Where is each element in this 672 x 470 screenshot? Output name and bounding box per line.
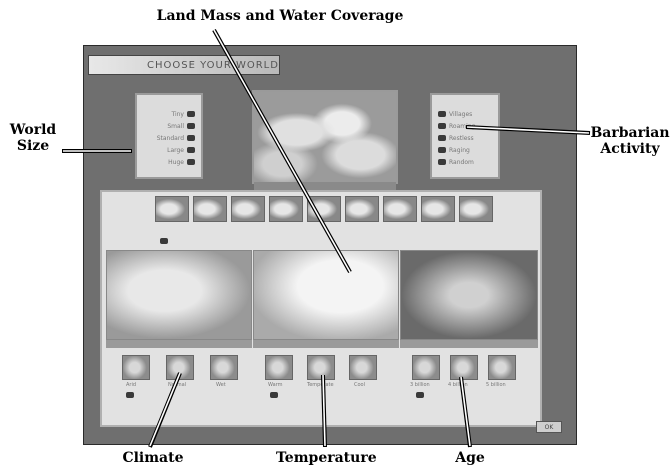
callout-lines bbox=[62, 29, 591, 448]
